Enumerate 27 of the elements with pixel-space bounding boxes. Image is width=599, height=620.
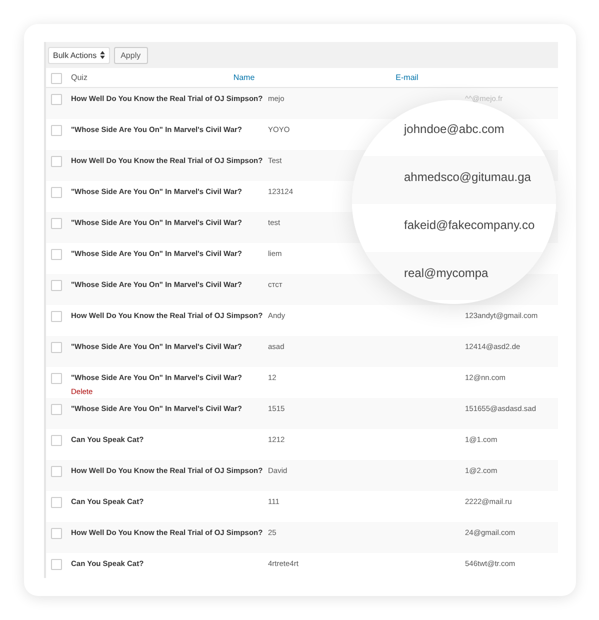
magnified-email: fakeid@fakecompany.co — [404, 218, 535, 232]
row-checkbox[interactable] — [51, 218, 62, 229]
row-checkbox[interactable] — [51, 311, 62, 322]
row-checkbox[interactable] — [51, 125, 62, 136]
row-checkbox[interactable] — [51, 280, 62, 291]
row-checkbox[interactable] — [51, 94, 62, 105]
row-checkbox[interactable] — [51, 435, 62, 446]
row-checkbox[interactable] — [51, 497, 62, 508]
row-checkbox[interactable] — [51, 404, 62, 415]
apply-button[interactable]: Apply — [114, 46, 148, 64]
column-sort-link[interactable]: E-mail — [396, 73, 558, 82]
row-checkbox[interactable] — [51, 559, 62, 570]
magnified-email: ahmedsco@gitumau.ga — [404, 170, 531, 184]
magnified-email: johndoe@abc.com — [404, 122, 504, 136]
row-checkbox[interactable] — [51, 249, 62, 260]
magnified-email: real@mycompa — [404, 266, 488, 280]
row-checkbox[interactable] — [51, 466, 62, 477]
row-checkbox[interactable] — [51, 373, 62, 384]
select-all-checkbox[interactable] — [51, 73, 62, 84]
row-checkbox[interactable] — [51, 156, 62, 167]
row-checkbox[interactable] — [51, 342, 62, 353]
column-sort-link[interactable]: Name — [233, 73, 396, 82]
sort-caret-icon — [100, 51, 105, 59]
bulk-actions-dropdown[interactable]: Bulk Actions — [48, 46, 110, 64]
column-header: Quiz — [71, 73, 88, 82]
row-checkbox[interactable] — [51, 528, 62, 539]
row-checkbox[interactable] — [51, 187, 62, 198]
